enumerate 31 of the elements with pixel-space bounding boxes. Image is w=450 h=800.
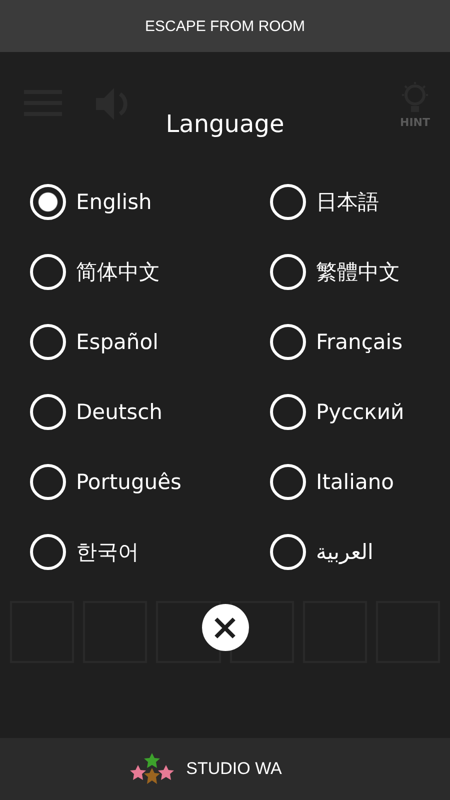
studio-name: STUDIO WA — [186, 759, 282, 779]
language-option[interactable]: Français — [316, 330, 403, 354]
radio-button[interactable] — [270, 254, 306, 290]
hint-label: HINT — [400, 116, 430, 129]
radio-button[interactable] — [30, 324, 66, 360]
language-option[interactable]: 日本語 — [316, 188, 379, 216]
language-option[interactable]: 한국어 — [76, 538, 139, 566]
radio-button[interactable] — [270, 534, 306, 570]
radio-button[interactable] — [30, 254, 66, 290]
language-option[interactable]: Deutsch — [76, 400, 162, 424]
app-title: ESCAPE FROM ROOM — [144, 18, 305, 34]
language-option[interactable]: 简体中文 — [76, 258, 160, 286]
radio-button[interactable] — [30, 394, 66, 430]
language-option[interactable]: English — [76, 190, 152, 214]
language-option[interactable]: العربية — [316, 540, 374, 564]
radio-button[interactable] — [30, 464, 66, 500]
language-option[interactable]: Português — [76, 470, 182, 494]
language-option[interactable]: Italiano — [316, 470, 394, 494]
language-option[interactable]: 繁體中文 — [316, 258, 400, 286]
radio-button[interactable] — [270, 394, 306, 430]
language-option[interactable]: Español — [76, 330, 158, 354]
radio-button[interactable] — [30, 184, 66, 220]
radio-button[interactable] — [30, 534, 66, 570]
radio-button[interactable] — [270, 324, 306, 360]
dialog-title: Language — [166, 110, 284, 138]
close-button[interactable] — [202, 604, 248, 651]
language-option[interactable]: Русский — [316, 400, 404, 424]
radio-button[interactable] — [270, 464, 306, 500]
stars-icon — [128, 753, 176, 785]
close-icon — [214, 616, 236, 638]
radio-button[interactable] — [270, 184, 306, 220]
